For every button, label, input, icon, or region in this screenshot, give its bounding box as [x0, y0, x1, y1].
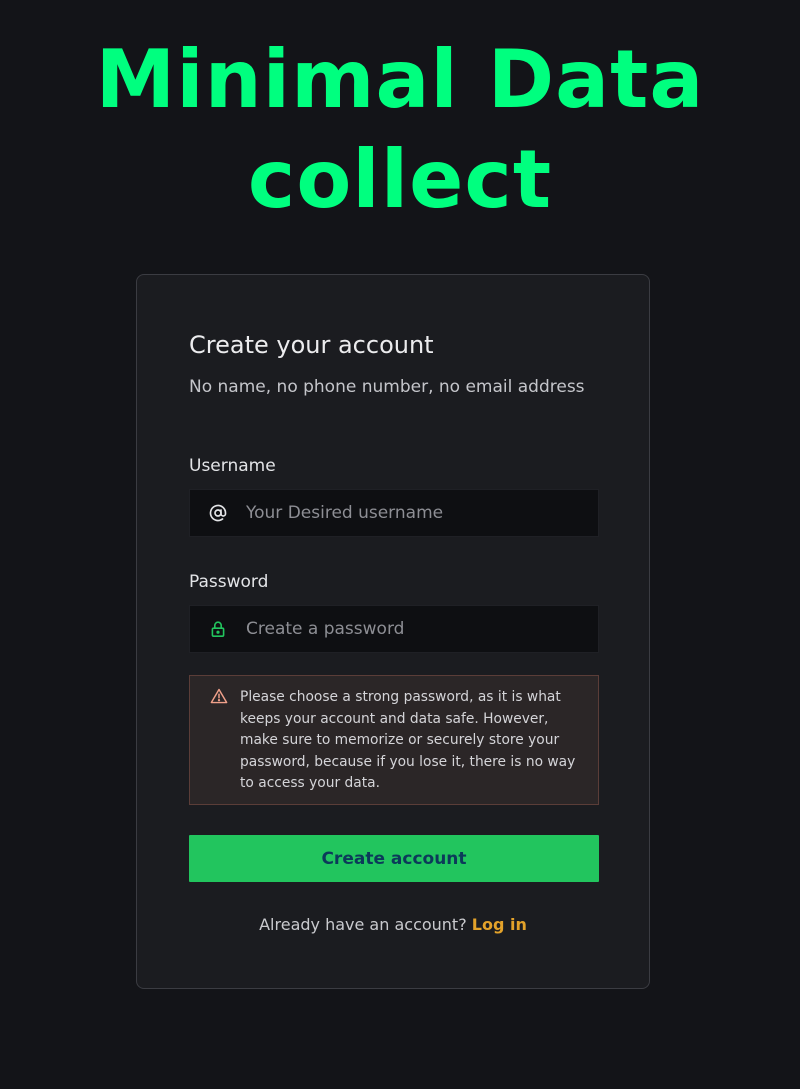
username-label: Username [189, 456, 276, 476]
warning-triangle-icon [210, 688, 228, 708]
password-label: Password [189, 572, 269, 592]
password-field[interactable] [189, 605, 599, 653]
lock-icon [190, 620, 246, 638]
signup-card: Create your account No name, no phone nu… [136, 274, 650, 989]
password-warning-text: Please choose a strong password, as it i… [240, 689, 576, 791]
at-sign-icon [190, 504, 246, 522]
form-subtitle: No name, no phone number, no email addre… [189, 377, 585, 397]
headline-line-1: Minimal Data [95, 33, 705, 126]
username-field[interactable] [189, 489, 599, 537]
login-prompt: Already have an account? Log in [137, 914, 649, 936]
password-input[interactable] [246, 606, 598, 652]
login-link[interactable]: Log in [472, 915, 527, 934]
login-prompt-text: Already have an account? [259, 915, 467, 934]
username-input[interactable] [246, 490, 598, 536]
create-account-button[interactable]: Create account [189, 835, 599, 882]
headline: Minimal Data collect [0, 30, 800, 230]
headline-line-2: collect [247, 133, 553, 226]
password-warning-alert: Please choose a strong password, as it i… [189, 675, 599, 805]
form-title: Create your account [189, 331, 434, 359]
